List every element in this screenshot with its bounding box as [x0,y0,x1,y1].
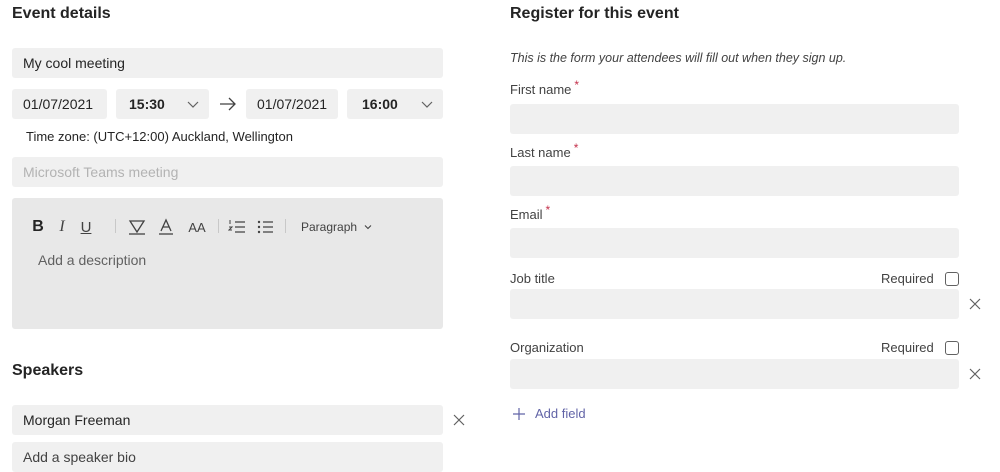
job-title-required-checkbox[interactable] [945,272,959,286]
speaker-name-input[interactable]: Morgan Freeman [12,405,443,435]
end-date-input[interactable]: 01/07/2021 [246,89,338,119]
required-asterisk: * [573,141,579,155]
organization-input[interactable] [510,359,959,389]
paragraph-dropdown[interactable]: Paragraph [301,218,373,236]
highlight-icon [128,220,146,235]
add-field-button[interactable]: Add field [512,406,586,421]
remove-job-title-close-icon[interactable] [968,297,982,311]
required-asterisk: * [574,78,580,92]
last-name-input[interactable] [510,166,959,196]
bold-button[interactable]: B [30,218,46,236]
speaker-name-value: Morgan Freeman [23,412,131,428]
location-input[interactable]: Microsoft Teams meeting [12,157,443,187]
description-placeholder: Add a description [38,252,147,268]
bullet-list-icon [257,220,273,234]
font-size-button[interactable]: AA [187,218,207,236]
chevron-down-icon [421,101,433,108]
arrow-right-icon [220,97,236,111]
toolbar-divider [218,219,219,233]
toolbar-divider [285,219,286,233]
speaker-bio-input[interactable]: Add a speaker bio [12,442,443,472]
organization-required-label: Required [881,340,934,355]
end-date-value: 01/07/2021 [257,96,328,112]
start-date-value: 01/07/2021 [23,96,94,112]
numbered-list-icon [228,220,245,233]
email-input[interactable] [510,228,959,258]
timezone-label[interactable]: Time zone: (UTC+12:00) Auckland, Welling… [26,129,293,144]
first-name-input[interactable] [510,104,959,134]
end-time-value: 16:00 [362,96,398,112]
field-label-last-name: Last name * [510,141,579,160]
start-date-input[interactable]: 01/07/2021 [12,89,107,119]
field-label-job-title: Job title [510,271,555,286]
remove-organization-close-icon[interactable] [968,367,982,381]
toolbar-divider [115,219,116,233]
location-placeholder: Microsoft Teams meeting [23,164,179,180]
start-time-dropdown[interactable]: 15:30 [116,89,209,119]
underline-button[interactable]: U [78,218,94,236]
required-asterisk: * [545,203,551,217]
remove-speaker-close-icon[interactable] [452,413,466,427]
event-title-input[interactable]: My cool meeting [12,48,443,78]
chevron-down-icon [364,225,372,230]
highlight-button[interactable] [128,218,146,236]
register-subtitle: This is the form your attendees will fil… [510,51,847,65]
chevron-down-icon [187,101,199,108]
bullet-list-button[interactable] [256,218,274,236]
plus-icon [513,407,525,420]
speaker-bio-placeholder: Add a speaker bio [23,449,136,465]
speakers-heading: Speakers [12,362,84,379]
numbered-list-button[interactable] [228,218,246,236]
job-title-input[interactable] [510,289,959,319]
font-color-button[interactable] [157,218,175,236]
italic-button[interactable]: I [54,218,70,236]
register-heading: Register for this event [510,5,679,22]
field-label-first-name: First name * [510,78,580,97]
organization-required-checkbox[interactable] [945,341,959,355]
job-title-required-label: Required [881,271,934,286]
font-color-icon [159,218,173,235]
event-details-heading: Event details [12,5,111,22]
start-time-value: 15:30 [129,96,165,112]
event-title-value: My cool meeting [23,55,125,71]
end-time-dropdown[interactable]: 16:00 [347,89,443,119]
field-label-organization: Organization [510,340,584,355]
add-field-label: Add field [535,406,586,421]
paragraph-label: Paragraph [301,220,358,234]
field-label-email: Email * [510,203,551,222]
